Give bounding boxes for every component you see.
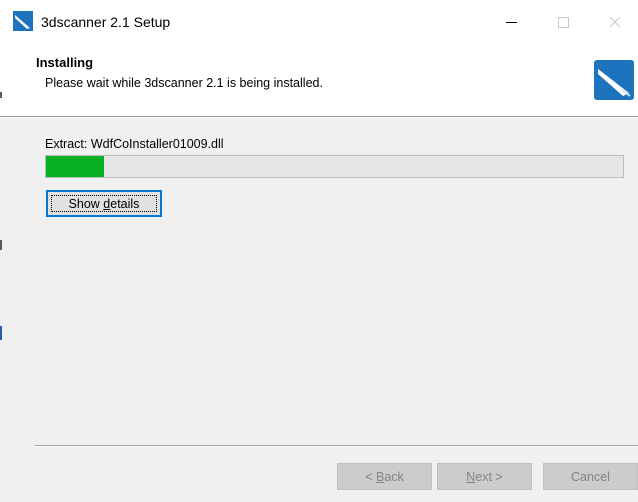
minimize-icon [505,21,517,23]
focus-rectangle [51,195,157,212]
header-panel: Installing Please wait while 3dscanner 2… [0,44,638,116]
back-button[interactable]: < Back [337,463,432,490]
minimize-button[interactable] [488,0,534,44]
edge-artifact [0,326,2,340]
installer-icon [13,11,33,31]
maximize-button[interactable] [540,0,586,44]
window-title: 3dscanner 2.1 Setup [41,14,171,30]
page-title: Installing [36,55,94,70]
header-divider [0,116,638,118]
close-button[interactable] [592,0,638,44]
next-label: Next > [466,469,503,484]
setup-window: 3dscanner 2.1 Setup Installing Please wa… [0,0,638,502]
title-bar[interactable]: 3dscanner 2.1 Setup [0,0,638,44]
progress-bar-fill [46,156,104,177]
footer-divider [35,445,638,447]
page-subtitle: Please wait while 3dscanner 2.1 is being… [45,76,323,90]
close-icon [609,16,621,28]
show-details-button[interactable]: Show details [46,190,162,217]
progress-status-text: Extract: WdfCoInstaller01009.dll [45,137,224,151]
next-button[interactable]: Next > [437,463,532,490]
maximize-icon [557,16,569,28]
edge-artifact [0,92,2,98]
install-progress-bar [45,155,624,178]
back-label: < Back [365,469,404,484]
edge-artifact [0,240,2,250]
installer-logo-icon [594,60,634,100]
cancel-button[interactable]: Cancel [543,463,638,490]
